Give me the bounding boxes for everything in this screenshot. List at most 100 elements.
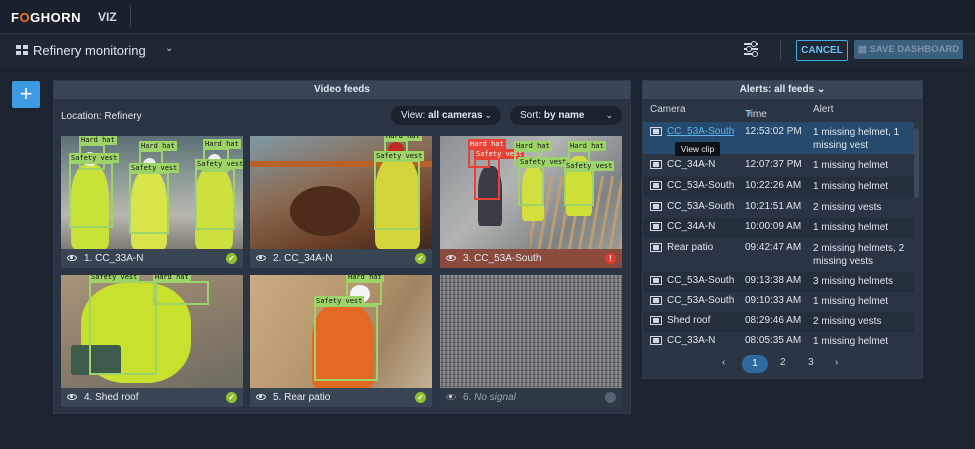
video-tile[interactable]: Hard hat Safety vest 5. Rear patio ✓ — [250, 275, 432, 410]
offline-indicator-icon — [605, 392, 616, 403]
column-header-alert[interactable]: Alert — [813, 104, 834, 115]
alert-row[interactable]: Shed roof 08:29:46 AM 2 missing vests — [643, 312, 914, 332]
detection-label: Safety vest — [564, 161, 615, 171]
alert-time: 12:07:37 PM — [745, 159, 802, 170]
alert-time: 08:29:46 AM — [745, 315, 802, 326]
alert-camera-link[interactable]: CC_34A-N — [667, 159, 715, 170]
alert-camera-link[interactable]: CC_53A-South — [667, 126, 734, 137]
cancel-button[interactable]: CANCEL — [796, 40, 848, 61]
video-camera-icon — [650, 222, 662, 231]
detection-label: Safety vest — [89, 275, 140, 282]
chevron-down-icon: ⌄ — [605, 110, 613, 120]
chevron-down-icon[interactable]: ⌄ — [165, 43, 173, 54]
eye-icon[interactable] — [446, 255, 456, 261]
alerts-scrollbar[interactable] — [914, 128, 919, 198]
settings-sliders-icon[interactable] — [743, 41, 759, 57]
tile-label: 6. No signal — [463, 392, 516, 403]
alert-camera-link[interactable]: CC_34A-N — [667, 221, 715, 232]
eye-icon[interactable] — [67, 255, 77, 261]
alert-camera-link[interactable]: CC_53A-South — [667, 275, 734, 286]
alert-text: 2 missing vests — [813, 202, 882, 213]
tile-caption: 5. Rear patio ✓ — [250, 388, 432, 407]
save-dashboard-button[interactable]: ▤ SAVE DASHBOARD — [854, 40, 963, 59]
detection-label: Hard hat — [468, 139, 506, 149]
alert-time: 08:05:35 AM — [745, 335, 802, 346]
prev-page-button[interactable]: ‹ — [722, 357, 725, 368]
eye-icon[interactable] — [256, 394, 266, 400]
video-tile[interactable]: Safety vest Hard hat 4. Shed roof ✓ — [61, 275, 243, 410]
eye-icon[interactable] — [67, 394, 77, 400]
alert-row[interactable]: CC_53A-South 09:10:33 AM 1 missing helme… — [643, 292, 914, 312]
chevron-down-icon: ⌄ — [484, 110, 492, 120]
alert-time: 09:13:38 AM — [745, 275, 802, 286]
video-tile[interactable]: Hard hat Safety vest Hard hat Safety ves… — [440, 136, 622, 271]
add-widget-button[interactable]: + — [12, 81, 40, 108]
alert-time: 10:22:26 AM — [745, 180, 802, 191]
detection-label: Hard hat — [203, 139, 241, 149]
video-camera-icon — [650, 296, 662, 305]
tile-caption: 4. Shed roof ✓ — [61, 388, 243, 407]
alert-camera-link[interactable]: Shed roof — [667, 315, 710, 326]
alert-camera-link[interactable]: CC_53A-South — [667, 180, 734, 191]
chevron-down-icon: ⌄ — [816, 84, 826, 95]
view-filter-dropdown[interactable]: View: all cameras ⌄ — [391, 106, 501, 125]
video-tile[interactable]: Hard hat Safety vest Hard hat Safety ves… — [61, 136, 243, 271]
detection-label: Safety vest — [69, 153, 120, 163]
camera-feed-image: Hard hat Safety vest — [250, 275, 432, 388]
dashboard-title[interactable]: Refinery monitoring — [33, 43, 146, 58]
alert-text: 1 missing helmet, 1 missing vest — [813, 127, 900, 151]
tile-caption: 3. CC_53A-South ! — [440, 249, 622, 268]
detection-label: Safety vest — [374, 151, 425, 161]
eye-icon[interactable] — [256, 255, 266, 261]
no-signal-static — [440, 275, 622, 388]
tile-label: 3. CC_53A-South — [463, 253, 542, 264]
alert-row[interactable]: CC_53A-South 10:22:26 AM 1 missing helme… — [643, 177, 914, 197]
video-camera-icon — [650, 202, 662, 211]
alert-row[interactable]: CC_33A-N 08:05:35 AM 1 missing helmet — [643, 332, 914, 352]
alert-text: 2 missing helmets, 2 missing vests — [813, 243, 905, 267]
alert-text: 3 missing helmets — [813, 276, 894, 287]
tile-label: 1. CC_33A-N — [84, 253, 144, 264]
detection-label: Safety vest — [518, 157, 569, 167]
sort-dropdown[interactable]: Sort: by name ⌄ — [510, 106, 622, 125]
alerts-title[interactable]: Alerts: all feeds ⌄ — [643, 81, 922, 99]
eye-icon[interactable] — [446, 394, 456, 400]
location-label: Location: Refinery — [61, 111, 142, 122]
dashboard-grid-icon — [16, 45, 28, 55]
page-2-button[interactable]: 2 — [780, 357, 786, 368]
video-feeds-panel: Video feeds Location: Refinery View: all… — [53, 80, 631, 414]
alert-time: 09:10:33 AM — [745, 295, 802, 306]
check-icon: ✓ — [226, 392, 237, 403]
alert-row[interactable]: CC_53A-South 10:21:51 AM 2 missing vests — [643, 198, 914, 218]
detection-label: Hard hat — [514, 141, 552, 151]
video-tile[interactable]: Hard hat Safety vest 2. CC_34A-N ✓ — [250, 136, 432, 271]
column-header-camera[interactable]: Camera — [650, 104, 686, 115]
next-page-button[interactable]: › — [835, 357, 838, 368]
foghorn-logo: FOGHORN — [11, 10, 81, 25]
tile-caption: 2. CC_34A-N ✓ — [250, 249, 432, 268]
alert-time: 12:53:02 PM — [745, 126, 802, 137]
alert-time: 10:21:51 AM — [745, 201, 802, 212]
alert-row[interactable]: CC_34A-N 10:00:09 AM 1 missing helmet — [643, 218, 914, 238]
video-tile[interactable]: 6. No signal — [440, 275, 622, 410]
camera-feed-image: Safety vest Hard hat — [61, 275, 243, 388]
alert-camera-link[interactable]: CC_53A-South — [667, 295, 734, 306]
alert-camera-link[interactable]: Rear patio — [667, 242, 713, 253]
alert-text: 1 missing helmet — [813, 222, 889, 233]
page-3-button[interactable]: 3 — [808, 357, 814, 368]
video-camera-icon — [650, 336, 662, 345]
detection-label: Hard hat — [79, 136, 117, 145]
check-icon: ✓ — [415, 253, 426, 264]
alert-row[interactable]: Rear patio 09:42:47 AM 2 missing helmets… — [643, 238, 914, 272]
check-icon: ✓ — [226, 253, 237, 264]
alert-camera-link[interactable]: CC_53A-South — [667, 201, 734, 212]
alert-row[interactable]: CC_34A-N 12:07:37 PM 1 missing helmet — [643, 157, 914, 177]
alert-row[interactable]: CC_53A-South 09:13:38 AM 3 missing helme… — [643, 272, 914, 292]
page-1-button[interactable]: 1 — [742, 355, 768, 373]
alert-text: 1 missing helmet — [813, 336, 889, 347]
video-feeds-title: Video feeds — [54, 81, 630, 99]
detection-label: Hard hat — [346, 275, 384, 282]
alert-camera-link[interactable]: CC_33A-N — [667, 335, 715, 346]
detection-label: Hard hat — [153, 275, 191, 282]
alert-time: 10:00:09 AM — [745, 221, 802, 232]
